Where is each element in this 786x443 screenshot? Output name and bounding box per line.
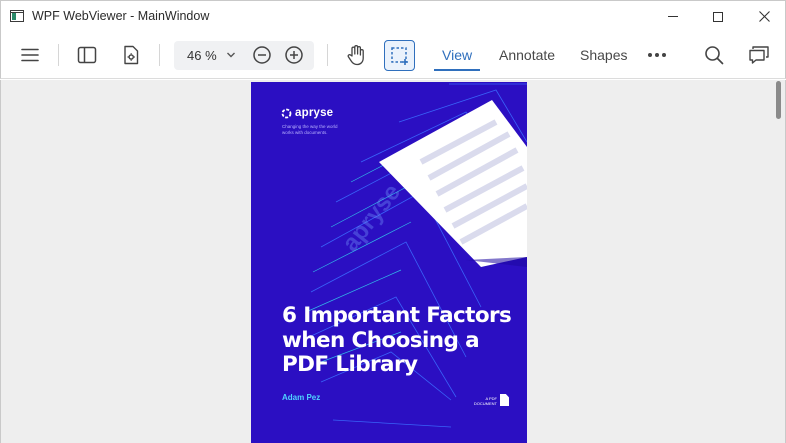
zoom-out-icon <box>253 46 271 64</box>
zoom-dropdown-button[interactable] <box>226 47 236 68</box>
brand-logo: apryse <box>281 107 333 119</box>
hamburger-icon <box>21 48 39 62</box>
more-options-button[interactable] <box>645 41 669 69</box>
vertical-scrollbar-thumb[interactable] <box>776 81 781 119</box>
left-panel-button[interactable] <box>74 41 100 69</box>
viewer-toolbar: 46 % View Annotate Shapes <box>0 31 786 79</box>
active-tab-indicator <box>434 69 480 71</box>
search-button[interactable] <box>702 41 726 69</box>
cover-title: 6 Important Factors when Choosing a PDF … <box>282 303 522 378</box>
brand-tagline: Changing the way the world works with do… <box>282 124 338 135</box>
minimize-button[interactable] <box>650 1 696 32</box>
minimize-icon <box>668 16 678 17</box>
author-name: Adam Pez <box>282 393 321 402</box>
brand-name: apryse <box>295 107 334 119</box>
marquee-select-icon <box>390 46 408 65</box>
window-title: WPF WebViewer - MainWindow <box>32 9 210 23</box>
menu-button[interactable] <box>17 41 43 69</box>
window-title-bar: WPF WebViewer - MainWindow <box>0 0 786 31</box>
cover-title-line: when Choosing a <box>282 327 480 353</box>
more-horizontal-icon <box>648 53 666 57</box>
tab-view[interactable]: View <box>442 47 472 63</box>
zoom-in-icon <box>285 46 303 64</box>
search-icon <box>705 46 724 65</box>
comments-button[interactable] <box>746 41 772 69</box>
pan-tool-button[interactable] <box>342 41 370 69</box>
tab-shapes[interactable]: Shapes <box>580 47 627 63</box>
maximize-button[interactable] <box>695 1 741 32</box>
pdf-page[interactable]: apryse Changing the way the world works … <box>251 82 527 443</box>
tab-annotate[interactable]: Annotate <box>499 47 555 63</box>
document-settings-icon <box>124 45 139 65</box>
document-label: A PDF DOCUMENT <box>473 396 497 406</box>
hand-pan-icon <box>347 45 364 66</box>
document-settings-button[interactable] <box>118 41 144 69</box>
cover-title-line: PDF Library <box>282 352 418 377</box>
zoom-out-button[interactable] <box>252 45 272 70</box>
close-button[interactable] <box>741 1 786 32</box>
apryse-logo-icon <box>281 108 292 118</box>
close-icon <box>758 11 770 22</box>
cover-title-line: 6 Important Factors <box>282 303 512 328</box>
cover-graphic <box>305 83 527 428</box>
document-viewer[interactable]: apryse Changing the way the world works … <box>0 80 786 443</box>
toolbar-divider <box>159 44 160 66</box>
toolbar-divider <box>327 44 328 66</box>
select-tool-button[interactable] <box>384 40 415 71</box>
zoom-value[interactable]: 46 % <box>187 48 217 63</box>
toolbar-divider <box>58 44 59 66</box>
comments-icon <box>749 46 769 64</box>
chevron-down-icon <box>227 52 235 58</box>
maximize-icon <box>713 11 723 22</box>
zoom-in-button[interactable] <box>284 45 304 70</box>
panel-toggle-icon <box>77 46 97 64</box>
zoom-control: 46 % <box>174 41 314 70</box>
app-window-icon <box>10 10 24 22</box>
